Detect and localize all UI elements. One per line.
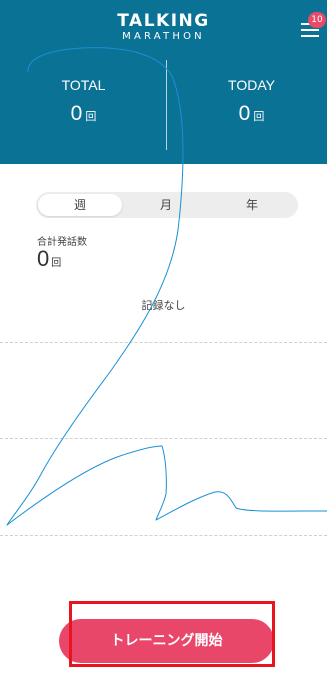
start-training-button[interactable]: トレーニング開始 xyxy=(59,619,274,663)
scribble-stroke xyxy=(6,47,327,526)
annotation-scribble xyxy=(6,47,327,526)
